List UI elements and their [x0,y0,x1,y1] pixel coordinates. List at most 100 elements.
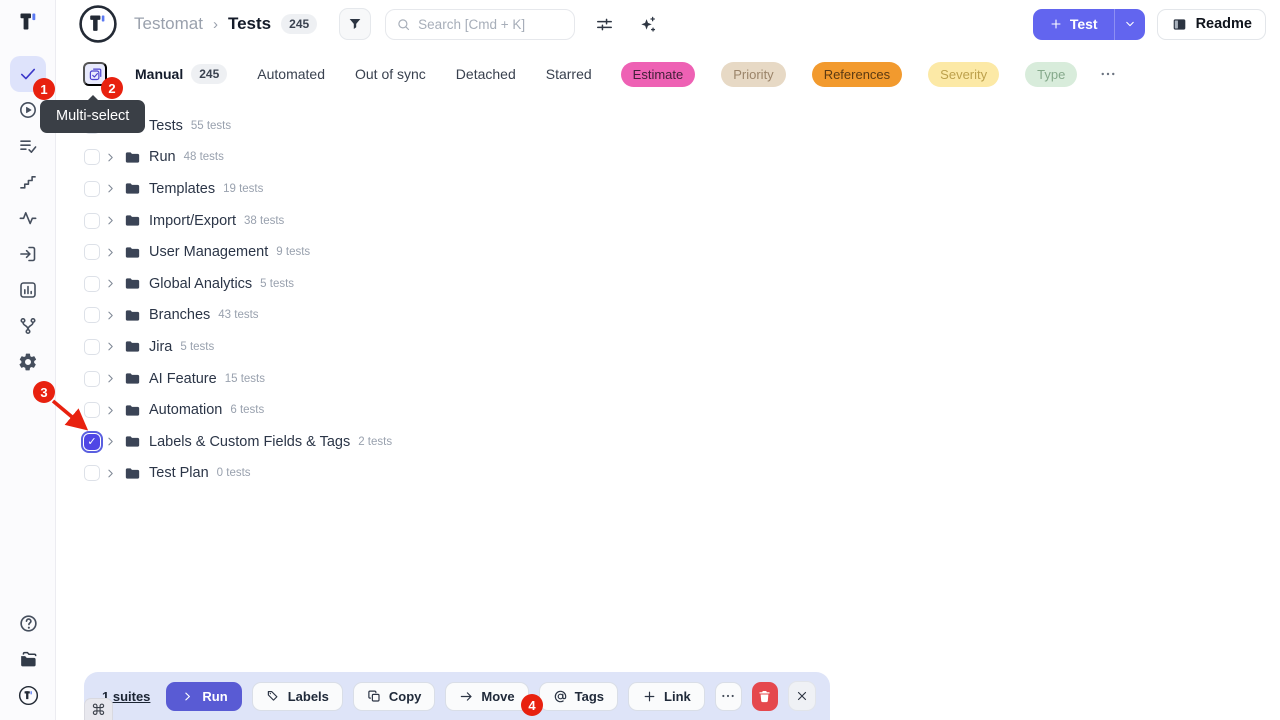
folder-icon [124,180,141,197]
add-test-button[interactable]: Test [1033,9,1114,40]
sidebar-item[interactable] [10,128,46,164]
tab[interactable]: Out of sync [355,66,426,82]
suite-checkbox[interactable] [84,244,100,260]
suite-row[interactable]: Jira 5 tests [56,331,1280,363]
suite-checkbox[interactable] [84,465,100,481]
folder-icon [124,465,141,482]
tab[interactable]: Manual 245 [135,64,227,84]
suite-checkbox[interactable] [84,149,100,165]
at-sign-icon [553,689,568,704]
chevron-right-icon[interactable] [104,151,117,164]
sidebar-bottom-item[interactable] [10,680,46,710]
filter-button[interactable] [339,8,371,40]
bulk-action-button[interactable]: Run [166,682,241,711]
tab[interactable]: Detached [456,66,516,82]
multi-select-icon [88,67,103,82]
suite-test-count: 6 tests [230,404,264,416]
gear-icon [18,352,38,372]
folder-icon [124,212,141,229]
chevron-right-icon[interactable] [104,372,117,385]
sparkles-ai-icon[interactable] [638,15,657,34]
tag-pill[interactable]: Priority [721,62,785,87]
suite-name: AI Feature [149,371,217,387]
suite-row[interactable]: Global Analytics 5 tests [56,268,1280,300]
suite-checkbox[interactable] [84,339,100,355]
page-title: Tests [228,14,271,34]
steps-icon [18,172,38,192]
chevron-right-icon[interactable] [104,467,117,480]
bulk-action-button[interactable]: Tags [539,682,618,711]
suite-checkbox[interactable] [84,307,100,323]
chevron-right-icon[interactable] [104,309,117,322]
suite-row[interactable]: User Management 9 tests [56,236,1280,268]
suite-row[interactable]: Templates 19 tests [56,173,1280,205]
chevron-right-icon[interactable] [104,404,117,417]
sidebar-bottom-item[interactable] [10,608,46,638]
suite-row[interactable]: Test Plan 0 tests [56,458,1280,490]
suite-test-count: 0 tests [217,467,251,479]
readme-button[interactable]: Readme [1157,9,1266,40]
sliders-icon[interactable] [595,15,614,34]
sidebar-item[interactable] [10,164,46,200]
copy-icon [367,689,382,704]
multi-select-tooltip: Multi-select [40,100,145,133]
search-box[interactable] [385,9,575,40]
sidebar-bottom-item[interactable] [10,644,46,674]
suite-checkbox[interactable] [84,181,100,197]
chevron-right-icon[interactable] [104,435,117,448]
bulk-action-bar: 1 suites Run Labels Copy [84,672,830,720]
readme-book-icon [1171,16,1188,33]
suite-row[interactable]: Labels & Custom Fields & Tags 2 tests [56,426,1280,458]
chevron-right-icon[interactable] [104,340,117,353]
bulk-action-button[interactable]: Copy [353,682,436,711]
add-test-dropdown-button[interactable] [1114,9,1145,40]
folder-icon [124,149,141,166]
suite-row[interactable]: Run 48 tests [56,142,1280,174]
close-selection-button[interactable] [788,681,816,711]
suite-checkbox[interactable] [84,213,100,229]
chevron-right-icon[interactable] [104,277,117,290]
suite-checkbox[interactable] [84,276,100,292]
chevron-right-icon[interactable] [104,246,117,259]
suite-row[interactable]: Automation 6 tests [56,394,1280,426]
sidebar-item[interactable] [10,344,46,380]
play-circle-icon [18,100,38,120]
tag-pill[interactable]: References [812,62,902,87]
more-actions-button[interactable] [715,682,742,711]
sidebar-item[interactable] [10,236,46,272]
delete-button[interactable] [752,682,777,711]
docs-folder-icon [18,649,39,670]
breadcrumb-project[interactable]: Testomat [134,14,203,34]
chevron-right-icon[interactable] [104,214,117,227]
sidebar-item[interactable] [10,272,46,308]
add-test-label: Test [1070,16,1098,32]
search-input[interactable] [418,17,564,32]
suite-row[interactable]: Branches 43 tests [56,300,1280,332]
tag-pill[interactable]: Type [1025,62,1077,87]
tab[interactable]: Starred [546,66,592,82]
suite-row[interactable]: Tests 55 tests [56,110,1280,142]
bulk-action-button[interactable]: Labels [252,682,343,711]
bulk-action-button[interactable]: Link [628,682,705,711]
sidebar-item[interactable] [10,200,46,236]
tag-pill[interactable]: Severity [928,62,999,87]
suite-test-count: 2 tests [358,436,392,448]
suite-checkbox[interactable] [84,402,100,418]
sidebar-item[interactable] [10,308,46,344]
suite-checkbox[interactable] [84,434,100,450]
ellipsis-icon [720,688,736,704]
tab[interactable]: Automated [257,66,325,82]
project-logo-icon[interactable] [78,4,118,44]
chevron-right-icon[interactable] [104,182,117,195]
annotation-step-badge: 3 [33,381,55,403]
tests-count-badge: 245 [281,14,317,34]
more-tags-icon[interactable] [1099,65,1117,83]
suite-checkbox[interactable] [84,371,100,387]
suite-test-count: 38 tests [244,215,284,227]
tag-pill[interactable]: Estimate [621,62,696,87]
search-icon [396,17,411,32]
suite-row[interactable]: Import/Export 38 tests [56,205,1280,237]
suite-row[interactable]: AI Feature 15 tests [56,363,1280,395]
tab-label: Automated [257,66,325,82]
bulk-action-button[interactable]: Move [445,682,528,711]
